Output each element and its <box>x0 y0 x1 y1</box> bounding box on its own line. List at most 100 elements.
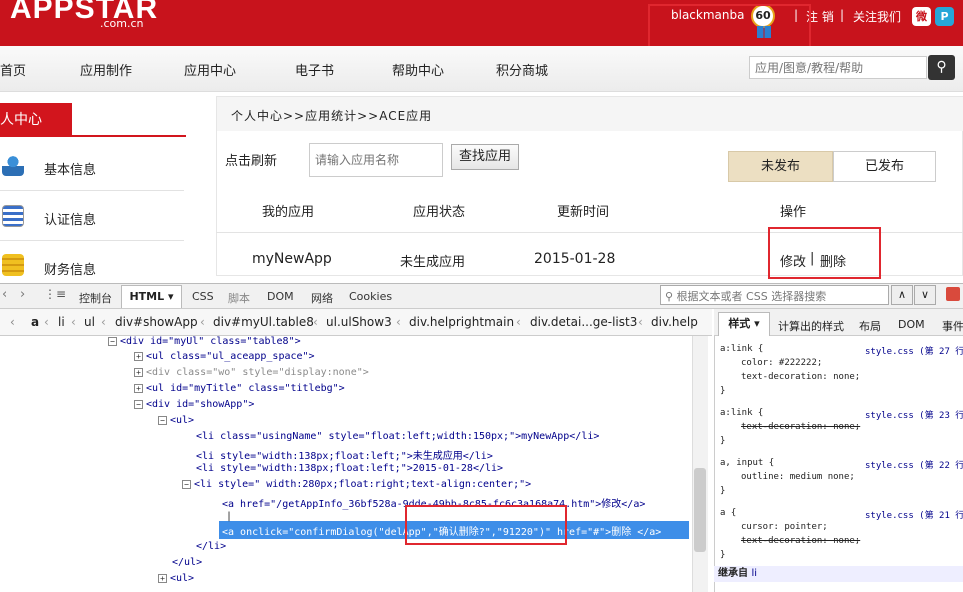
tree-node[interactable]: + <ul class="ul_aceapp_space"> <box>134 351 315 362</box>
chevron-down-icon: ▾ <box>167 290 174 303</box>
search-icon[interactable]: ⚲ <box>928 55 955 80</box>
nav-item-points-mall[interactable]: 积分商城 <box>496 60 548 79</box>
column-header-actions: 操作 <box>780 205 807 220</box>
tree-node[interactable]: | <box>226 511 232 522</box>
css-source-link[interactable]: style.css (第 22 行) <box>865 458 963 471</box>
expand-icon[interactable]: + <box>134 367 143 377</box>
tree-scrollbar[interactable] <box>692 336 708 592</box>
css-selector: a { <box>720 508 737 518</box>
sidebar-item-cert-info[interactable]: 认证信息 <box>44 209 96 228</box>
crumb-left-icon[interactable]: ‹ <box>10 315 15 329</box>
tree-node[interactable]: <li style="width:138px;float:left;">未生成应… <box>196 447 493 462</box>
css-property[interactable]: text-decoration: none; <box>741 422 860 432</box>
tab-published[interactable]: 已发布 <box>833 151 936 182</box>
side-tab-layout[interactable]: 布局 <box>859 318 881 334</box>
tree-node[interactable]: <li class="usingName" style="float:left;… <box>196 431 599 442</box>
css-source-link[interactable]: style.css (第 21 行) <box>865 508 963 521</box>
tree-node[interactable]: </ul> <box>172 557 202 568</box>
tree-node[interactable]: − <div id="showApp"> <box>134 399 254 410</box>
side-tab-computed[interactable]: 计算出的样式 <box>778 318 844 334</box>
crumb-help[interactable]: div.help <box>651 315 703 329</box>
side-tab-style[interactable]: 样式 ▾ <box>718 312 770 336</box>
tree-node[interactable]: − <div id="myUl" class="table8"> <box>108 336 301 347</box>
tree-node-text: <ul> <box>170 573 195 584</box>
share-icon[interactable]: P <box>935 7 954 26</box>
tree-node[interactable]: + <ul> <box>158 573 194 584</box>
css-property[interactable]: text-decoration: none; <box>741 536 860 546</box>
devtools-tab-net[interactable]: 网络 <box>311 290 333 306</box>
devtools-tab-cookies[interactable]: Cookies <box>349 290 392 303</box>
collapse-icon[interactable]: − <box>108 336 117 346</box>
refresh-link[interactable]: 点击刷新 <box>225 150 277 169</box>
app-name-input[interactable] <box>309 143 443 177</box>
devtools-tab-dom[interactable]: DOM <box>267 290 294 303</box>
weibo-icon[interactable]: 微 <box>912 7 931 26</box>
crumb-helprightmain[interactable]: div.helprightmain <box>409 315 514 329</box>
devtools-tab-html-label: HTML <box>129 290 165 303</box>
tree-node-text: <ul> <box>170 415 195 426</box>
devtools-tab-script[interactable]: 脚本 <box>228 290 250 306</box>
tree-node[interactable]: − <ul> <box>158 415 194 426</box>
devtools-tab-console[interactable]: 控制台 <box>79 290 112 306</box>
side-tab-style-label: 样式 <box>728 317 751 330</box>
side-tab-events[interactable]: 事件 <box>942 318 963 334</box>
crumb-detail[interactable]: div.detai...ge-list3 <box>530 315 637 329</box>
css-property[interactable]: outline: medium none; <box>741 472 855 482</box>
nav-item-home[interactable]: 首页 <box>0 60 26 79</box>
close-icon[interactable] <box>946 287 960 301</box>
expand-icon[interactable]: + <box>134 351 143 361</box>
sidebar-item-finance-info[interactable]: 财务信息 <box>44 259 96 278</box>
side-tab-dom[interactable]: DOM <box>898 318 925 331</box>
tree-scrollbar-thumb[interactable] <box>694 468 706 552</box>
sidebar-title: 个人中心 <box>0 103 72 137</box>
sidebar-item-basic-info[interactable]: 基本信息 <box>44 159 96 178</box>
coins-icon <box>2 254 24 276</box>
devtools-tab-css[interactable]: CSS <box>192 290 214 303</box>
nav-item-ebook[interactable]: 电子书 <box>295 60 334 79</box>
tree-node[interactable]: </li> <box>196 541 226 552</box>
css-source-link[interactable]: style.css (第 27 行) <box>865 344 963 357</box>
tree-node-text: <li class="usingName" style="float:left;… <box>196 431 600 442</box>
inherited-from-tag[interactable]: li <box>751 568 757 579</box>
follow-us-link[interactable]: 关注我们 <box>853 8 901 25</box>
tree-node[interactable]: + <ul id="myTitle" class="titlebg"> <box>134 383 345 394</box>
expand-icon[interactable]: + <box>134 383 143 393</box>
crumb-myul[interactable]: div#myUl.table8 <box>213 315 314 329</box>
chevron-down-icon[interactable]: ∨ <box>914 285 936 305</box>
css-property[interactable]: text-decoration: none; <box>741 372 860 382</box>
collapse-icon[interactable]: − <box>134 399 143 409</box>
nav-item-app-center[interactable]: 应用中心 <box>184 60 236 79</box>
tree-node[interactable]: − <li style=" width:280px;float:right;tex… <box>182 479 531 490</box>
list-icon <box>2 205 24 227</box>
nav-item-help[interactable]: 帮助中心 <box>392 60 444 79</box>
find-app-button[interactable]: 查找应用 <box>451 144 519 170</box>
tab-unpublished[interactable]: 未发布 <box>728 151 833 182</box>
tree-node[interactable]: + <div class="wo" style="display:none"> <box>134 367 369 378</box>
collapse-icon[interactable]: − <box>158 415 167 425</box>
crumb-ul[interactable]: ul <box>84 315 95 329</box>
search-icon: ⚲ <box>665 290 674 303</box>
crumb-li[interactable]: li <box>58 315 65 329</box>
expand-icon[interactable]: + <box>158 573 167 583</box>
inherited-from-label: 继承自 <box>718 568 748 579</box>
breadcrumb: 个人中心>>应用统计>>ACE应用 <box>231 109 433 123</box>
tree-node[interactable]: <li style="width:138px;float:left;">2015… <box>196 463 503 474</box>
crumb-sep: ‹ <box>44 315 49 329</box>
inspect-icon[interactable]: ⋮≡ <box>44 287 66 301</box>
css-selector: a:link { <box>720 344 764 354</box>
crumb-showapp[interactable]: div#showApp <box>115 315 198 329</box>
crumb-ulshow3[interactable]: ul.ulShow3 <box>326 315 392 329</box>
crumb-a[interactable]: a <box>31 315 39 329</box>
back-icon[interactable]: ‹ <box>2 287 7 302</box>
chevron-up-icon[interactable]: ∧ <box>891 285 913 305</box>
nav-item-app-make[interactable]: 应用制作 <box>80 60 132 79</box>
css-property[interactable]: cursor: pointer; <box>741 522 828 532</box>
forward-icon[interactable]: › <box>20 287 25 302</box>
site-search-input[interactable] <box>749 56 927 79</box>
tree-node-text: <ul id="myTitle" class="titlebg"> <box>146 383 345 394</box>
devtools-tab-html[interactable]: HTML ▾ <box>121 285 182 308</box>
css-source-link[interactable]: style.css (第 23 行) <box>865 408 963 421</box>
css-property[interactable]: color: #222222; <box>741 358 822 368</box>
collapse-icon[interactable]: − <box>182 479 191 489</box>
devtools-search-input[interactable]: ⚲ 根据文本或者 CSS 选择器搜索 <box>660 285 889 305</box>
